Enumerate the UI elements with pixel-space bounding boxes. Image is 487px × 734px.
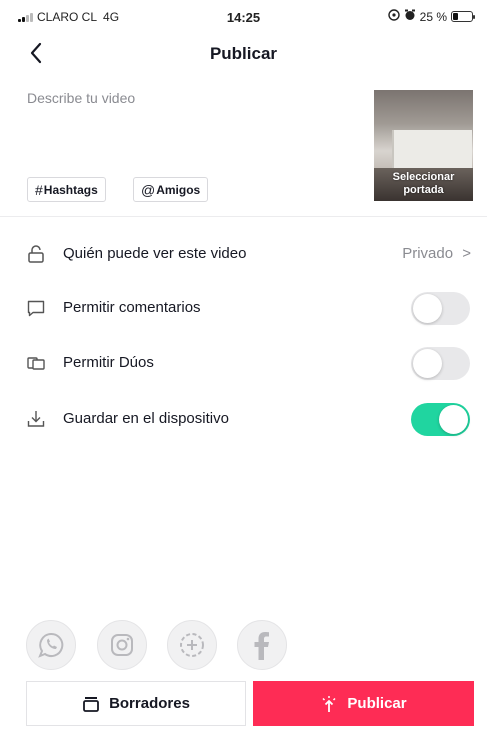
friends-label: Amigos bbox=[156, 182, 201, 197]
hashtags-label: Hashtags bbox=[43, 182, 98, 197]
drafts-button[interactable]: Borradores bbox=[26, 681, 246, 726]
share-instagram-button[interactable] bbox=[97, 620, 147, 670]
status-bar: CLARO CL 4G 14:25 25 % bbox=[0, 0, 487, 36]
cover-selector[interactable]: Seleccionar portada bbox=[374, 90, 473, 201]
page-title: Publicar bbox=[209, 44, 278, 63]
header: Publicar bbox=[0, 36, 487, 70]
comments-row: Permitir comentarios bbox=[0, 287, 487, 327]
cover-label-line1: Seleccionar bbox=[392, 171, 455, 183]
divider bbox=[0, 216, 487, 217]
save-toggle[interactable] bbox=[411, 403, 470, 436]
comments-label: Permitir comentarios bbox=[63, 299, 201, 316]
publish-icon bbox=[320, 695, 338, 713]
instagram-icon bbox=[111, 634, 133, 656]
toggle-knob bbox=[413, 349, 442, 378]
share-whatsapp-button[interactable] bbox=[26, 620, 76, 670]
privacy-row[interactable]: Quién puede ver este video Privado > bbox=[0, 233, 487, 273]
share-facebook-button[interactable] bbox=[237, 620, 287, 670]
toggle-knob bbox=[439, 405, 468, 434]
drafts-icon bbox=[82, 696, 100, 712]
mention-icon: @ bbox=[141, 181, 156, 198]
privacy-label: Quién puede ver este video bbox=[63, 245, 247, 262]
description-input[interactable]: Describe tu video bbox=[27, 90, 135, 106]
duets-toggle[interactable] bbox=[411, 347, 470, 380]
whatsapp-icon bbox=[38, 632, 64, 658]
comment-icon bbox=[25, 297, 47, 319]
duets-label: Permitir Dúos bbox=[63, 354, 154, 371]
toggle-knob bbox=[413, 294, 442, 323]
alarm-icon bbox=[404, 9, 416, 24]
cover-label: Seleccionar portada bbox=[374, 171, 473, 197]
download-icon bbox=[25, 408, 47, 430]
publish-label: Publicar bbox=[347, 695, 407, 712]
lock-icon bbox=[25, 243, 47, 265]
share-add-button[interactable] bbox=[167, 620, 217, 670]
facebook-icon bbox=[254, 632, 269, 660]
chevron-right-icon: > bbox=[462, 245, 471, 262]
privacy-value-text: Privado bbox=[402, 245, 454, 262]
save-label: Guardar en el dispositivo bbox=[63, 410, 229, 427]
hashtag-icon: # bbox=[35, 181, 43, 198]
comments-toggle[interactable] bbox=[411, 292, 470, 325]
friends-button[interactable]: @ Amigos bbox=[133, 177, 209, 202]
hashtags-button[interactable]: # Hashtags bbox=[27, 177, 106, 202]
duet-icon bbox=[25, 352, 47, 374]
publish-button[interactable]: Publicar bbox=[253, 681, 474, 726]
battery-percent: 25 % bbox=[419, 9, 447, 24]
add-circle-icon bbox=[180, 633, 204, 657]
drafts-label: Borradores bbox=[109, 695, 190, 712]
orientation-lock-icon bbox=[387, 9, 400, 24]
duets-row: Permitir Dúos bbox=[0, 342, 487, 382]
save-row: Guardar en el dispositivo bbox=[0, 398, 487, 438]
status-icons: 25 % bbox=[387, 9, 475, 24]
battery-icon bbox=[451, 11, 475, 22]
cover-label-line2: portada bbox=[403, 184, 444, 196]
privacy-value[interactable]: Privado > bbox=[402, 245, 471, 262]
